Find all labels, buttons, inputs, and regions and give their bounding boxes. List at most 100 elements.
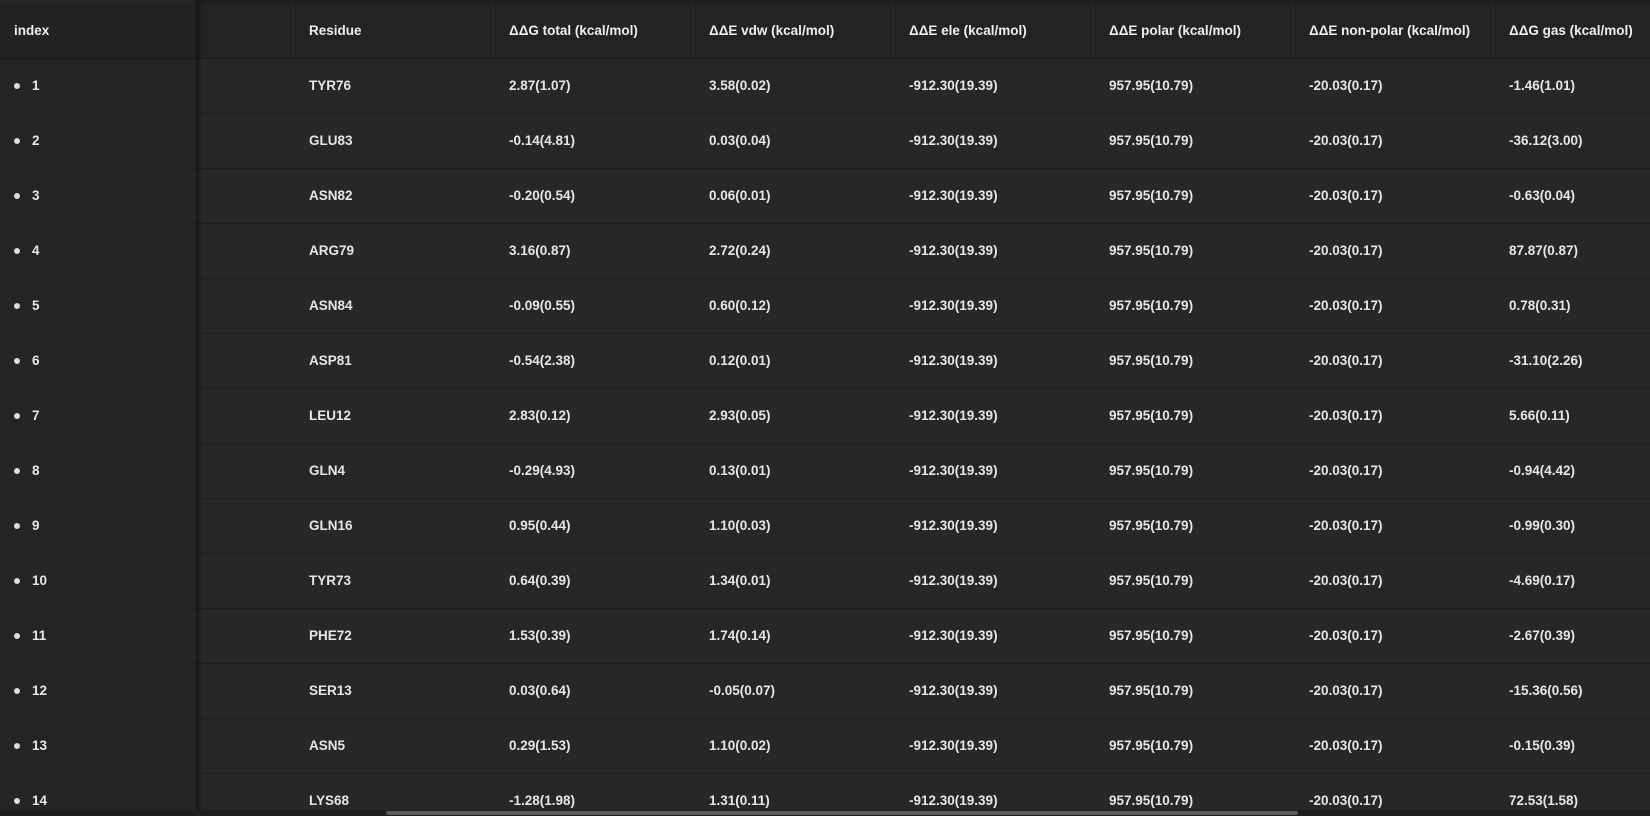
cell-index[interactable]: 9 <box>0 499 196 554</box>
cell-dg-total[interactable]: 0.03(0.64) <box>509 664 571 718</box>
table-row[interactable]: 5 ASN84 -0.09(0.55) 0.60(0.12) -912.30(19.39… <box>0 279 1650 334</box>
cell-de-ele[interactable]: -912.30(19.39) <box>909 554 998 608</box>
horizontal-scrollbar-thumb[interactable] <box>386 811 1298 815</box>
cell-de-polar[interactable]: 957.95(10.79) <box>1109 169 1193 223</box>
table-row[interactable]: 4 ARG79 3.16(0.87) 2.72(0.24) -912.30(19.39)… <box>0 224 1650 279</box>
cell-dg-gas[interactable]: -4.69(0.17) <box>1509 554 1575 608</box>
cell-residue[interactable]: ASP81 <box>309 334 352 388</box>
table-row[interactable]: 1 TYR76 2.87(1.07) 3.58(0.02) -912.30(19.39)… <box>0 59 1650 114</box>
cell-de-ele[interactable]: -912.30(19.39) <box>909 444 998 498</box>
cell-residue[interactable]: GLN4 <box>309 444 345 498</box>
cell-index[interactable]: 1 <box>0 59 196 114</box>
table-row[interactable]: 11 PHE72 1.53(0.39) 1.74(0.14) -912.30(19.39… <box>0 609 1650 664</box>
cell-de-ele[interactable]: -912.30(19.39) <box>909 719 998 773</box>
cell-de-ele[interactable]: -912.30(19.39) <box>909 664 998 718</box>
header-de-vdw[interactable]: ΔΔE vdw (kcal/mol) <box>709 4 834 58</box>
cell-dg-gas[interactable]: -0.99(0.30) <box>1509 499 1575 553</box>
cell-dg-gas[interactable]: 87.87(0.87) <box>1509 224 1578 278</box>
table-row[interactable]: 10 TYR73 0.64(0.39) 1.34(0.01) -912.30(19.39… <box>0 554 1650 609</box>
cell-dg-total[interactable]: -0.54(2.38) <box>509 334 575 388</box>
cell-de-ele[interactable]: -912.30(19.39) <box>909 334 998 388</box>
cell-de-vdw[interactable]: 0.12(0.01) <box>709 334 771 388</box>
header-residue[interactable]: Residue <box>309 4 362 58</box>
cell-de-vdw[interactable]: 0.13(0.01) <box>709 444 771 498</box>
cell-index[interactable]: 7 <box>0 389 196 444</box>
cell-de-nonpolar[interactable]: -20.03(0.17) <box>1309 719 1383 773</box>
table-row[interactable]: 7 LEU12 2.83(0.12) 2.93(0.05) -912.30(19.39)… <box>0 389 1650 444</box>
cell-residue[interactable]: TYR76 <box>309 59 351 113</box>
cell-de-ele[interactable]: -912.30(19.39) <box>909 389 998 443</box>
cell-de-polar[interactable]: 957.95(10.79) <box>1109 224 1193 278</box>
cell-residue[interactable]: LEU12 <box>309 389 351 443</box>
cell-dg-gas[interactable]: -36.12(3.00) <box>1509 114 1583 168</box>
column-divider[interactable] <box>692 4 693 58</box>
cell-dg-total[interactable]: -0.14(4.81) <box>509 114 575 168</box>
cell-residue[interactable]: TYR73 <box>309 554 351 608</box>
cell-dg-total[interactable]: 0.95(0.44) <box>509 499 571 553</box>
cell-dg-total[interactable]: 1.53(0.39) <box>509 609 571 663</box>
cell-de-polar[interactable]: 957.95(10.79) <box>1109 59 1193 113</box>
cell-dg-gas[interactable]: -0.15(0.39) <box>1509 719 1575 773</box>
cell-index[interactable]: 12 <box>0 664 196 719</box>
cell-dg-total[interactable]: 3.16(0.87) <box>509 224 571 278</box>
table-row[interactable]: 9 GLN16 0.95(0.44) 1.10(0.03) -912.30(19.39)… <box>0 499 1650 554</box>
cell-dg-total[interactable]: 0.29(1.53) <box>509 719 571 773</box>
cell-de-nonpolar[interactable]: -20.03(0.17) <box>1309 114 1383 168</box>
cell-de-ele[interactable]: -912.30(19.39) <box>909 224 998 278</box>
table-row[interactable]: 3 ASN82 -0.20(0.54) 0.06(0.01) -912.30(19.39… <box>0 169 1650 224</box>
cell-de-vdw[interactable]: -0.05(0.07) <box>709 664 775 718</box>
column-divider[interactable] <box>492 4 493 58</box>
cell-de-vdw[interactable]: 0.03(0.04) <box>709 114 771 168</box>
column-divider[interactable] <box>1492 4 1493 58</box>
cell-de-nonpolar[interactable]: -20.03(0.17) <box>1309 334 1383 388</box>
column-divider[interactable] <box>292 4 293 58</box>
cell-de-vdw[interactable]: 1.10(0.03) <box>709 499 771 553</box>
cell-de-ele[interactable]: -912.30(19.39) <box>909 499 998 553</box>
cell-de-nonpolar[interactable]: -20.03(0.17) <box>1309 499 1383 553</box>
cell-index[interactable]: 2 <box>0 114 196 169</box>
cell-dg-total[interactable]: 2.87(1.07) <box>509 59 571 113</box>
cell-de-vdw[interactable]: 3.58(0.02) <box>709 59 771 113</box>
cell-index[interactable]: 5 <box>0 279 196 334</box>
header-index[interactable]: index <box>14 4 49 58</box>
cell-dg-gas[interactable]: -0.94(4.42) <box>1509 444 1575 498</box>
header-de-ele[interactable]: ΔΔE ele (kcal/mol) <box>909 4 1027 58</box>
column-divider[interactable] <box>1092 4 1093 58</box>
cell-de-nonpolar[interactable]: -20.03(0.17) <box>1309 664 1383 718</box>
header-de-nonpolar[interactable]: ΔΔE non-polar (kcal/mol) <box>1309 4 1470 58</box>
cell-dg-total[interactable]: -0.09(0.55) <box>509 279 575 333</box>
cell-dg-total[interactable]: -0.20(0.54) <box>509 169 575 223</box>
cell-de-nonpolar[interactable]: -20.03(0.17) <box>1309 279 1383 333</box>
column-divider[interactable] <box>1292 4 1293 58</box>
table-row[interactable]: 6 ASP81 -0.54(2.38) 0.12(0.01) -912.30(19.39… <box>0 334 1650 389</box>
cell-index[interactable]: 13 <box>0 719 196 774</box>
cell-de-ele[interactable]: -912.30(19.39) <box>909 114 998 168</box>
header-dg-gas[interactable]: ΔΔG gas (kcal/mol) <box>1509 4 1633 58</box>
cell-de-polar[interactable]: 957.95(10.79) <box>1109 554 1193 608</box>
cell-de-polar[interactable]: 957.95(10.79) <box>1109 664 1193 718</box>
cell-de-vdw[interactable]: 0.60(0.12) <box>709 279 771 333</box>
cell-de-polar[interactable]: 957.95(10.79) <box>1109 444 1193 498</box>
cell-de-vdw[interactable]: 1.34(0.01) <box>709 554 771 608</box>
cell-de-nonpolar[interactable]: -20.03(0.17) <box>1309 224 1383 278</box>
cell-index[interactable]: 4 <box>0 224 196 279</box>
cell-index[interactable]: 8 <box>0 444 196 499</box>
table-row[interactable]: 12 SER13 0.03(0.64) -0.05(0.07) -912.30(19.3… <box>0 664 1650 719</box>
cell-de-ele[interactable]: -912.30(19.39) <box>909 279 998 333</box>
cell-de-ele[interactable]: -912.30(19.39) <box>909 609 998 663</box>
cell-residue[interactable]: GLN16 <box>309 499 353 553</box>
cell-residue[interactable]: SER13 <box>309 664 352 718</box>
cell-de-polar[interactable]: 957.95(10.79) <box>1109 279 1193 333</box>
cell-de-polar[interactable]: 957.95(10.79) <box>1109 114 1193 168</box>
cell-dg-gas[interactable]: -15.36(0.56) <box>1509 664 1583 718</box>
cell-de-vdw[interactable]: 2.93(0.05) <box>709 389 771 443</box>
column-divider[interactable] <box>892 4 893 58</box>
cell-index[interactable]: 11 <box>0 609 196 664</box>
cell-dg-gas[interactable]: 5.66(0.11) <box>1509 389 1570 443</box>
cell-de-polar[interactable]: 957.95(10.79) <box>1109 389 1193 443</box>
cell-residue[interactable]: ASN84 <box>309 279 353 333</box>
header-de-polar[interactable]: ΔΔE polar (kcal/mol) <box>1109 4 1241 58</box>
cell-de-polar[interactable]: 957.95(10.79) <box>1109 719 1193 773</box>
cell-de-polar[interactable]: 957.95(10.79) <box>1109 334 1193 388</box>
table-row[interactable]: 8 GLN4 -0.29(4.93) 0.13(0.01) -912.30(19.39)… <box>0 444 1650 499</box>
